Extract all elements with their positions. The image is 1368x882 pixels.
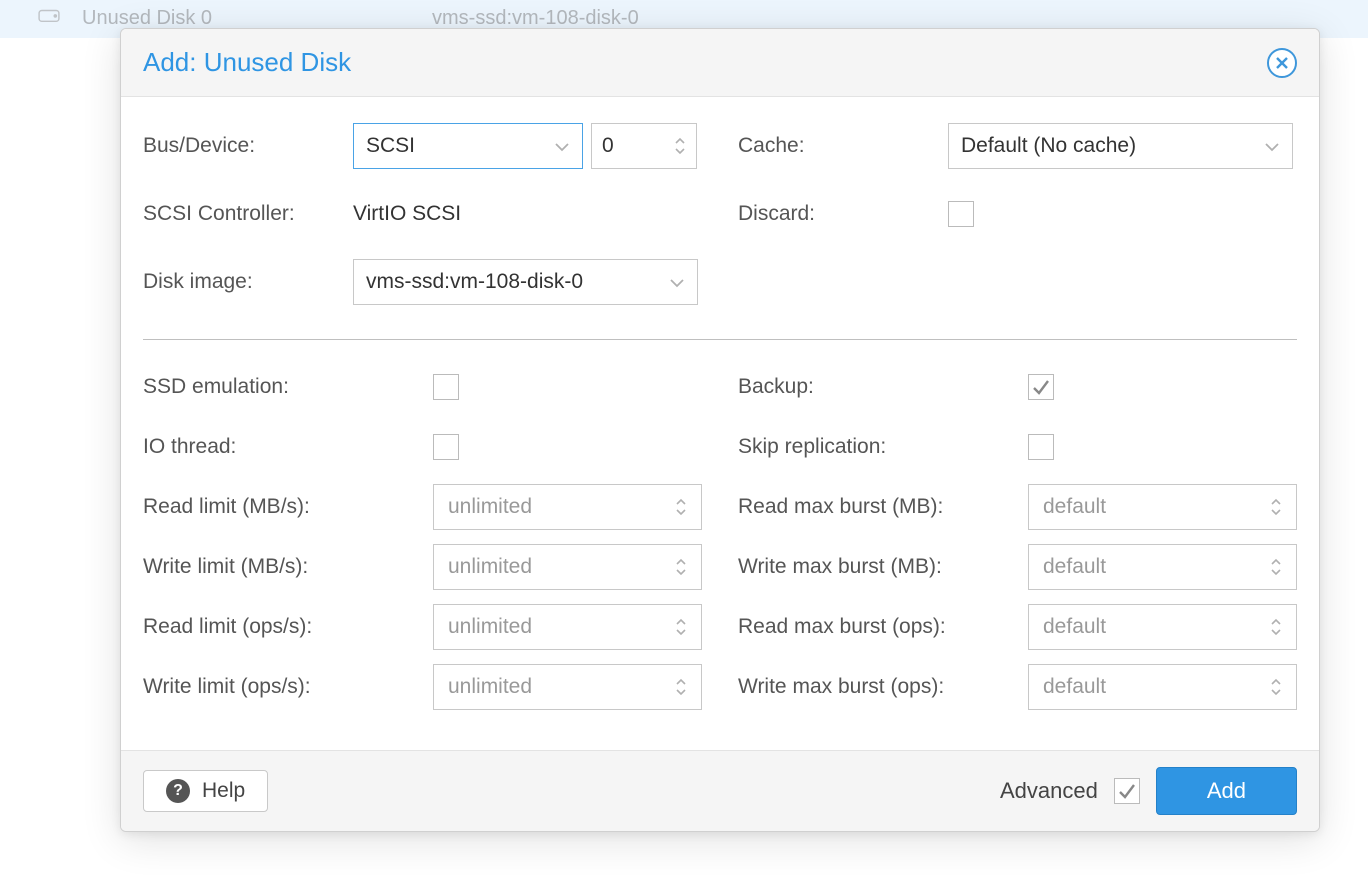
write-limit-mb-label: Write limit (MB/s): [143,555,433,579]
help-button-label: Help [202,779,245,803]
bus-device-number-value: 0 [602,134,614,158]
io-thread-checkbox[interactable] [433,434,459,460]
ssd-emulation-checkbox[interactable] [433,374,459,400]
skip-replication-checkbox[interactable] [1028,434,1054,460]
write-burst-mb-input[interactable]: default [1028,544,1297,590]
write-burst-ops-input[interactable]: default [1028,664,1297,710]
disk-image-select[interactable]: vms-ssd:vm-108-disk-0 [353,259,698,305]
write-limit-mb-value: unlimited [448,555,532,579]
background-row-name: Unused Disk 0 [82,7,432,30]
help-button[interactable]: ? Help [143,770,268,812]
discard-checkbox[interactable] [948,201,974,227]
read-burst-ops-label: Read max burst (ops): [738,615,1028,639]
write-burst-mb-label: Write max burst (MB): [738,555,1028,579]
read-limit-mb-input[interactable]: unlimited [433,484,702,530]
read-limit-ops-label: Read limit (ops/s): [143,615,433,639]
bus-select-value: SCSI [366,134,415,158]
spinner-arrows-icon[interactable] [1270,498,1282,516]
skip-replication-label: Skip replication: [738,435,1028,459]
chevron-down-icon [669,270,685,294]
dialog-header: Add: Unused Disk [121,29,1319,97]
chevron-down-icon [1264,134,1280,158]
write-limit-ops-value: unlimited [448,675,532,699]
close-button[interactable] [1267,48,1297,78]
write-burst-ops-label: Write max burst (ops): [738,675,1028,699]
write-limit-ops-input[interactable]: unlimited [433,664,702,710]
backup-checkbox[interactable] [1028,374,1054,400]
cache-select-value: Default (No cache) [961,134,1136,158]
scsi-controller-value: VirtIO SCSI [353,202,461,226]
read-limit-ops-value: unlimited [448,615,532,639]
read-burst-ops-value: default [1043,615,1106,639]
bus-device-label: Bus/Device: [143,134,353,158]
read-burst-ops-input[interactable]: default [1028,604,1297,650]
read-limit-mb-label: Read limit (MB/s): [143,495,433,519]
spinner-arrows-icon[interactable] [675,678,687,696]
add-button[interactable]: Add [1156,767,1297,815]
close-icon [1274,55,1290,71]
background-row-value: vms-ssd:vm-108-disk-0 [432,7,639,30]
add-unused-disk-dialog: Add: Unused Disk Bus/Device: SCSI [120,28,1320,832]
read-burst-mb-value: default [1043,495,1106,519]
write-burst-mb-value: default [1043,555,1106,579]
separator [143,339,1297,340]
cache-label: Cache: [738,134,948,158]
write-limit-ops-label: Write limit (ops/s): [143,675,433,699]
dialog-title: Add: Unused Disk [143,47,351,78]
spinner-arrows-icon[interactable] [1270,618,1282,636]
spinner-arrows-icon[interactable] [675,618,687,636]
disk-icon [38,6,60,30]
io-thread-label: IO thread: [143,435,433,459]
read-limit-mb-value: unlimited [448,495,532,519]
spinner-arrows-icon[interactable] [1270,558,1282,576]
write-limit-mb-input[interactable]: unlimited [433,544,702,590]
discard-label: Discard: [738,202,948,226]
scsi-controller-label: SCSI Controller: [143,202,353,226]
spinner-arrows-icon[interactable] [675,498,687,516]
spinner-arrows-icon[interactable] [675,558,687,576]
spinner-arrows-icon[interactable] [674,137,686,155]
bus-select[interactable]: SCSI [353,123,583,169]
chevron-down-icon [554,134,570,158]
read-limit-ops-input[interactable]: unlimited [433,604,702,650]
ssd-emulation-label: SSD emulation: [143,375,433,399]
write-burst-ops-value: default [1043,675,1106,699]
advanced-checkbox[interactable] [1114,778,1140,804]
read-burst-mb-label: Read max burst (MB): [738,495,1028,519]
spinner-arrows-icon[interactable] [1270,678,1282,696]
read-burst-mb-input[interactable]: default [1028,484,1297,530]
advanced-label: Advanced [1000,778,1098,804]
help-icon: ? [166,779,190,803]
dialog-footer: ? Help Advanced Add [121,750,1319,831]
backup-label: Backup: [738,375,1028,399]
disk-image-select-value: vms-ssd:vm-108-disk-0 [366,270,583,294]
bus-device-number-input[interactable]: 0 [591,123,697,169]
cache-select[interactable]: Default (No cache) [948,123,1293,169]
add-button-label: Add [1207,778,1246,803]
disk-image-label: Disk image: [143,270,353,294]
